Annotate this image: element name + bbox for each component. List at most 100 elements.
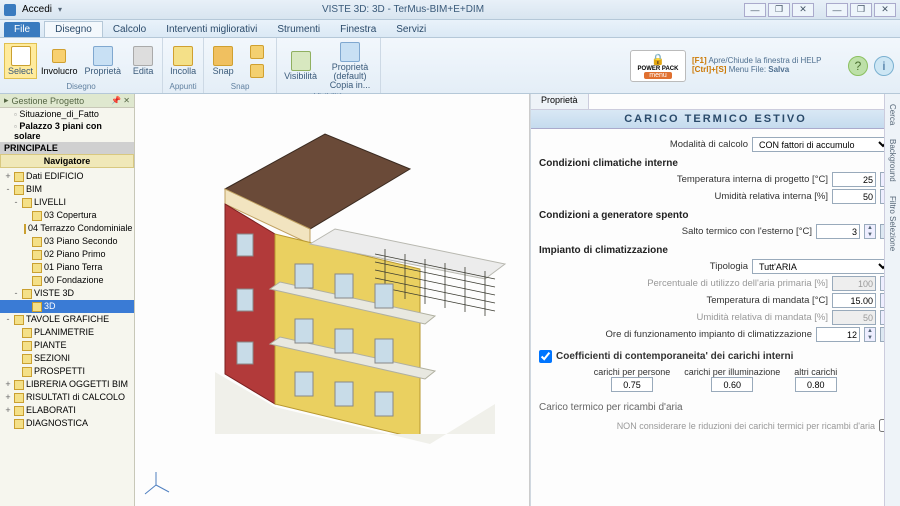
- project-tree[interactable]: +Dati EDIFICIO-BIM-LIVELLI03 Copertura04…: [0, 168, 134, 506]
- group-snap-label: Snap: [208, 82, 272, 91]
- tree-node[interactable]: DIAGNOSTICA: [0, 417, 134, 430]
- quick-access: Accedi ▾: [4, 4, 62, 16]
- lock-icon: 🔒: [651, 53, 665, 66]
- temp-mandata-input[interactable]: [832, 293, 876, 308]
- tree-node[interactable]: 00 Fondazione: [0, 274, 134, 287]
- umid-interna-input[interactable]: [832, 189, 876, 204]
- tab-calcolo[interactable]: Calcolo: [103, 22, 156, 37]
- proprieta-button[interactable]: Proprietà: [82, 44, 125, 78]
- proprieta-default-button[interactable]: Proprietà (default) Copia in...: [324, 40, 376, 92]
- edge-tab-background[interactable]: Background: [887, 135, 898, 186]
- edita-button[interactable]: Edita: [128, 44, 158, 78]
- tab-file[interactable]: File: [4, 22, 40, 37]
- info-icon[interactable]: i: [874, 56, 894, 76]
- sidebar-tab-palazzo[interactable]: ▫ Palazzo 3 piani con solare: [0, 120, 134, 142]
- help-hint: [F1] Apre/Chiude la finestra di HELP [Ct…: [692, 57, 842, 75]
- mod-calc-label: Modalità di calcolo: [539, 139, 748, 150]
- sidebar-tab-situazione[interactable]: ▫ Situazione_di_Fatto: [0, 108, 134, 120]
- tree-node[interactable]: 02 Piano Primo: [0, 248, 134, 261]
- sidebar-pin-icon[interactable]: 📌 ✕: [111, 96, 130, 105]
- tab-finestra[interactable]: Finestra: [330, 22, 386, 37]
- viewport-3d[interactable]: [135, 94, 530, 506]
- umid-interna-label: Umidità relativa interna [%]: [539, 191, 828, 202]
- tipologia-select[interactable]: Tutt'ARIA: [752, 259, 892, 274]
- group-disegno-label: Disegno: [4, 82, 158, 91]
- coef-illum-input[interactable]: [711, 377, 753, 392]
- salto-spinner[interactable]: ▲▼: [864, 224, 876, 239]
- minimize-button[interactable]: —: [826, 3, 848, 17]
- coef-persone-input[interactable]: [611, 377, 653, 392]
- salto-label: Salto termico con l'esterno [°C]: [539, 226, 812, 237]
- tree-node[interactable]: PLANIMETRIE: [0, 326, 134, 339]
- titlebar: Accedi ▾ VISTE 3D: 3D - TerMus-BIM+E+DIM…: [0, 0, 900, 20]
- coef-altri-label: altri carichi: [794, 367, 837, 377]
- perc-aria-label: Percentuale di utilizzo dell'aria primar…: [539, 278, 828, 289]
- coeff-checkbox[interactable]: [539, 350, 552, 363]
- properties-tab[interactable]: Proprietà: [531, 94, 589, 109]
- tab-servizi[interactable]: Servizi: [386, 22, 436, 37]
- tree-node[interactable]: -LIVELLI: [0, 196, 134, 209]
- tree-node[interactable]: +ELABORATI: [0, 404, 134, 417]
- coef-altri-input[interactable]: [795, 377, 837, 392]
- edge-tab-cerca[interactable]: Cerca: [887, 100, 898, 129]
- involucro-button[interactable]: [41, 47, 78, 65]
- perc-aria-input: [832, 276, 876, 291]
- tab-interventi[interactable]: Interventi migliorativi: [156, 22, 267, 37]
- tab-disegno[interactable]: Disegno: [44, 21, 103, 37]
- select-button[interactable]: Select: [4, 43, 37, 79]
- non-cons-label: NON considerare le riduzioni dei carichi…: [539, 421, 875, 431]
- close-button[interactable]: ✕: [874, 3, 896, 17]
- tree-node[interactable]: SEZIONI: [0, 352, 134, 365]
- visibilita-button[interactable]: Visibilità: [281, 49, 320, 83]
- snap-opt2[interactable]: [242, 62, 272, 80]
- temp-interna-input[interactable]: [832, 172, 876, 187]
- sect-impianto: Impianto di climatizzazione: [539, 245, 892, 256]
- ore-label: Ore di funzionamento impianto di climati…: [539, 329, 812, 340]
- sect-coeff: Coefficienti di contemporaneita' dei car…: [556, 351, 793, 362]
- tree-node[interactable]: 01 Piano Terra: [0, 261, 134, 274]
- axis-gizmo-icon: [141, 470, 171, 500]
- temp-interna-label: Temperatura interna di progetto [°C]: [539, 174, 828, 185]
- inner-minimize-button[interactable]: —: [744, 3, 766, 17]
- tree-node[interactable]: 04 Terrazzo Condominiale: [0, 222, 134, 235]
- powerpack-button[interactable]: 🔒 POWER PACK menu: [630, 50, 686, 82]
- ore-input[interactable]: [816, 327, 860, 342]
- umid-mandata-input: [832, 310, 876, 325]
- snap-button[interactable]: Snap: [208, 44, 238, 78]
- snap-opt1[interactable]: [242, 43, 272, 61]
- tree-node[interactable]: -VISTE 3D: [0, 287, 134, 300]
- edge-tab-filtro[interactable]: Filtro Selezione: [887, 192, 898, 255]
- involucro-label: Involucro: [41, 66, 78, 76]
- tree-node[interactable]: -BIM: [0, 183, 134, 196]
- tree-node[interactable]: +LIBRERIA OGGETTI BIM: [0, 378, 134, 391]
- access-label[interactable]: Accedi: [22, 4, 52, 15]
- inner-restore-button[interactable]: ❐: [768, 3, 790, 17]
- tree-node[interactable]: 03 Piano Secondo: [0, 235, 134, 248]
- tree-node[interactable]: 03 Copertura: [0, 209, 134, 222]
- tree-node[interactable]: PIANTE: [0, 339, 134, 352]
- salto-input[interactable]: [816, 224, 860, 239]
- tree-node[interactable]: PROSPETTI: [0, 365, 134, 378]
- tab-strumenti[interactable]: Strumenti: [267, 22, 330, 37]
- inner-close-button[interactable]: ✕: [792, 3, 814, 17]
- powerpack-menu: menu: [644, 72, 672, 79]
- help-icon[interactable]: ?: [848, 56, 868, 76]
- tipologia-label: Tipologia: [539, 261, 748, 272]
- maximize-button[interactable]: ❐: [850, 3, 872, 17]
- tree-node[interactable]: +Dati EDIFICIO: [0, 170, 134, 183]
- coef-illum-label: carichi per illuminazione: [684, 367, 780, 377]
- ore-spinner[interactable]: ▲▼: [864, 327, 876, 342]
- ribbon-body: Select Involucro Proprietà Edita Disegno…: [0, 38, 900, 94]
- incolla-button[interactable]: Incolla: [167, 44, 199, 78]
- ribbon-tabs: File Disegno Calcolo Interventi migliora…: [0, 20, 900, 38]
- tree-node[interactable]: +RISULTATI di CALCOLO: [0, 391, 134, 404]
- sidebar-principale: PRINCIPALE: [0, 142, 134, 154]
- group-appunti-label: Appunti: [167, 82, 199, 91]
- tree-node[interactable]: -TAVOLE GRAFICHE: [0, 313, 134, 326]
- mod-calc-select[interactable]: CON fattori di accumulo: [752, 137, 892, 152]
- panel-title: CARICO TERMICO ESTIVO: [531, 110, 900, 129]
- app-icon: [4, 4, 16, 16]
- properties-panel: Proprietà CARICO TERMICO ESTIVO Modalità…: [530, 94, 900, 506]
- sect-ricambi: Carico termico per ricambi d'aria: [539, 402, 892, 413]
- tree-node[interactable]: 3D: [0, 300, 134, 313]
